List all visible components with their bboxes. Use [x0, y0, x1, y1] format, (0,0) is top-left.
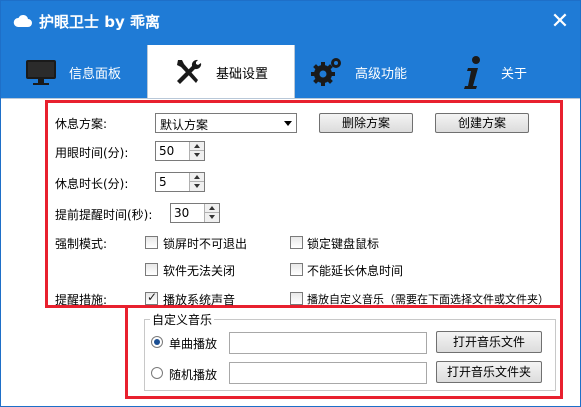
advance-time-stepper[interactable]: 30: [170, 203, 220, 223]
tab-advanced[interactable]: 高级功能: [299, 45, 439, 99]
tools-icon: [168, 52, 208, 92]
decrement-button[interactable]: [189, 151, 204, 160]
create-plan-button[interactable]: 创建方案: [435, 113, 529, 133]
tab-about-label: 关于: [501, 66, 528, 82]
play-system-sound-label: 播放系统声音: [163, 293, 236, 307]
increment-button[interactable]: [189, 173, 204, 182]
main-window: 护眼卫士 by 乖离 ✕ 信息面板 基础设置 高级功能 关于 休息方案: 默认方…: [0, 0, 581, 407]
play-system-sound-checkbox[interactable]: [145, 290, 158, 305]
single-play-radio[interactable]: [151, 336, 163, 348]
eye-time-value: 50: [159, 144, 175, 158]
open-music-file-button[interactable]: 打开音乐文件: [436, 331, 542, 353]
tab-about[interactable]: 关于: [445, 45, 575, 99]
gears-icon: [307, 52, 347, 92]
tab-panel-border: [1, 98, 580, 99]
random-folder-path-input[interactable]: [229, 362, 427, 384]
delete-plan-button[interactable]: 删除方案: [319, 113, 413, 133]
cannot-extend-checkbox[interactable]: [290, 263, 303, 276]
play-custom-music-checkbox[interactable]: [290, 292, 303, 305]
chevron-down-icon: [284, 121, 292, 126]
tab-info-panel[interactable]: 信息面板: [11, 45, 141, 99]
tab-info-panel-label: 信息面板: [69, 66, 122, 82]
cloud-icon: [13, 13, 33, 29]
increment-button[interactable]: [189, 142, 204, 151]
tab-basic-settings[interactable]: 基础设置: [147, 45, 295, 99]
cannot-close-label: 软件无法关闭: [163, 264, 236, 278]
open-music-folder-button[interactable]: 打开音乐文件夹: [436, 361, 542, 383]
eye-time-stepper[interactable]: 50: [155, 141, 205, 161]
decrement-button[interactable]: [204, 213, 219, 222]
app-title: 护眼卫士 by 乖离: [39, 13, 160, 31]
force-mode-label: 强制模式:: [55, 237, 108, 251]
close-button[interactable]: ✕: [547, 9, 573, 35]
rest-time-value: 5: [159, 175, 167, 189]
title-bar[interactable]: 护眼卫士 by 乖离 ✕: [1, 1, 580, 43]
plan-select-value: 默认方案: [160, 118, 209, 132]
single-play-label: 单曲播放: [169, 337, 218, 351]
tab-bar: 信息面板 基础设置 高级功能 关于: [1, 43, 580, 99]
advance-time-label: 提前提醒时间(秒):: [55, 208, 153, 222]
cannot-extend-label: 不能延长休息时间: [307, 264, 404, 278]
play-custom-music-label: 播放自定义音乐（需要在下面选择文件或文件夹）: [307, 293, 549, 306]
lock-keyboard-mouse-checkbox[interactable]: [290, 236, 303, 249]
plan-select[interactable]: 默认方案: [155, 113, 297, 133]
close-icon: ✕: [550, 9, 570, 34]
monitor-icon: [21, 52, 61, 92]
lock-keyboard-mouse-label: 锁定键盘鼠标: [307, 237, 380, 251]
remind-label: 提醒措施:: [55, 293, 108, 307]
custom-music-title: 自定义音乐: [150, 311, 215, 328]
tab-basic-settings-label: 基础设置: [216, 66, 269, 82]
decrement-button[interactable]: [189, 182, 204, 191]
random-play-radio[interactable]: [151, 367, 163, 379]
rest-time-label: 休息时长(分):: [55, 177, 129, 191]
advance-time-value: 30: [174, 206, 190, 220]
info-icon: [453, 52, 493, 92]
random-play-label: 随机播放: [169, 368, 218, 382]
plan-label: 休息方案:: [55, 117, 108, 131]
rest-time-stepper[interactable]: 5: [155, 172, 205, 192]
lock-no-exit-checkbox[interactable]: [145, 236, 158, 249]
increment-button[interactable]: [204, 204, 219, 213]
single-file-path-input[interactable]: [229, 332, 427, 354]
cannot-close-checkbox[interactable]: [145, 263, 158, 276]
lock-no-exit-label: 锁屏时不可退出: [163, 237, 248, 251]
tab-advanced-label: 高级功能: [355, 66, 408, 82]
eye-time-label: 用眼时间(分):: [55, 146, 129, 160]
